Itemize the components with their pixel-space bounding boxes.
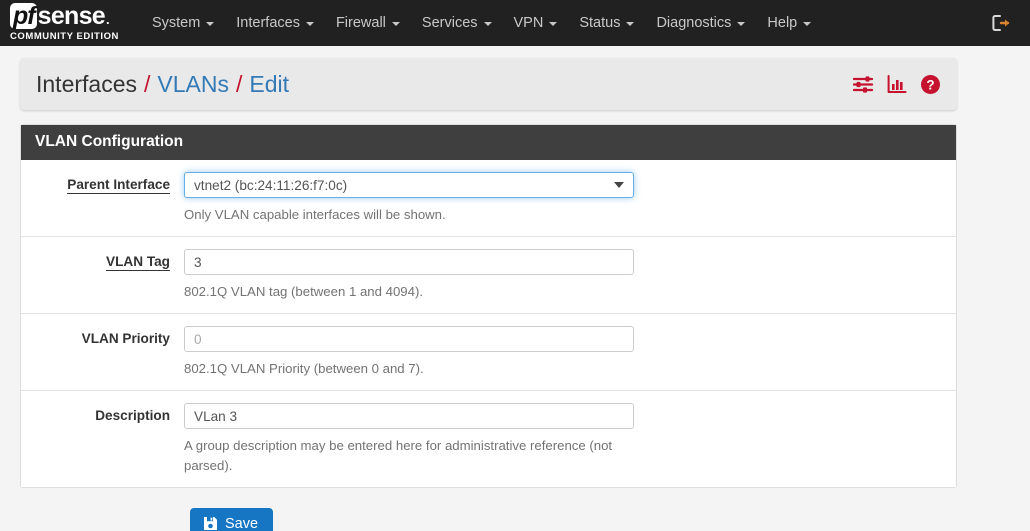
label-description: Description <box>21 403 184 474</box>
navbar-menu: System Interfaces Firewall Services VPN … <box>141 0 822 46</box>
form-row-vlan-tag: VLAN Tag 802.1Q VLAN tag (between 1 and … <box>21 237 956 315</box>
chevron-down-icon <box>803 22 812 26</box>
actions-bar: Save <box>0 488 1030 531</box>
chevron-down-icon <box>305 22 314 26</box>
help-circle-icon[interactable]: ? <box>920 74 941 95</box>
nav-item-firewall[interactable]: Firewall <box>325 0 411 46</box>
save-button-label: Save <box>225 515 259 531</box>
svg-text:?: ? <box>926 77 934 92</box>
nav-item-services[interactable]: Services <box>411 0 503 46</box>
nav-item-help[interactable]: Help <box>756 0 822 46</box>
nav-item-vpn[interactable]: VPN <box>503 0 569 46</box>
panel-wrapper: VLAN Configuration Parent Interface vtne… <box>0 110 1030 488</box>
breadcrumb-separator: / <box>235 70 243 97</box>
description-input[interactable] <box>184 403 634 430</box>
nav-item-diagnostics[interactable]: Diagnostics <box>645 0 756 46</box>
parent-interface-select[interactable]: vtnet2 (bc:24:11:26:f7:0c) <box>184 172 634 198</box>
nav-item-label: VPN <box>513 15 544 31</box>
vlan-configuration-panel: VLAN Configuration Parent Interface vtne… <box>20 124 957 488</box>
breadcrumb-item-vlans[interactable]: VLANs <box>157 71 229 98</box>
help-description: A group description may be entered here … <box>184 438 613 473</box>
save-button[interactable]: Save <box>190 507 274 531</box>
nav-item-label: Interfaces <box>236 15 300 31</box>
brand-sense-text: sense <box>37 1 106 30</box>
control-description: A group description may be entered here … <box>184 403 956 474</box>
save-floppy-icon <box>203 516 218 531</box>
control-vlan-tag: 802.1Q VLAN tag (between 1 and 4094). <box>184 249 956 301</box>
chevron-down-icon <box>483 22 492 26</box>
chevron-down-icon <box>549 22 558 26</box>
logout-icon[interactable] <box>990 12 1012 34</box>
vlan-tag-input[interactable] <box>184 249 634 276</box>
nav-item-system[interactable]: System <box>141 0 225 46</box>
pfsense-logo[interactable]: pf sense . COMMUNITY EDITION <box>10 1 119 44</box>
nav-item-label: System <box>151 15 201 31</box>
breadcrumb-wrapper: Interfaces / VLANs / Edit ? <box>0 46 1030 110</box>
chevron-down-icon <box>737 22 746 26</box>
brand-pf-text: pf <box>10 2 37 29</box>
breadcrumb-separator: / <box>144 70 151 97</box>
nav-item-label: Help <box>767 15 798 31</box>
top-navbar: pf sense . COMMUNITY EDITION System Inte… <box>0 0 1030 46</box>
brand-main: pf sense . <box>10 1 119 30</box>
control-parent-interface: vtnet2 (bc:24:11:26:f7:0c) Only VLAN cap… <box>184 172 956 224</box>
label-parent-interface: Parent Interface <box>21 172 184 224</box>
label-vlan-priority: VLAN Priority <box>21 326 184 378</box>
label-text: Description <box>95 408 170 424</box>
label-text: VLAN Priority <box>81 331 170 347</box>
nav-item-label: Services <box>421 15 478 31</box>
bar-chart-icon[interactable] <box>887 74 907 94</box>
parent-interface-select-wrapper: vtnet2 (bc:24:11:26:f7:0c) <box>184 172 634 198</box>
breadcrumb-item-edit[interactable]: Edit <box>249 71 289 98</box>
nav-item-label: Status <box>579 15 621 31</box>
chevron-down-icon <box>391 22 400 26</box>
help-vlan-tag: 802.1Q VLAN tag (between 1 and 4094). <box>184 284 424 300</box>
breadcrumb-items: Interfaces / VLANs / Edit <box>36 71 289 98</box>
navbar-right <box>990 0 1012 46</box>
form-row-parent-interface: Parent Interface vtnet2 (bc:24:11:26:f7:… <box>21 160 956 238</box>
help-parent-interface: Only VLAN capable interfaces will be sho… <box>184 207 446 222</box>
form-row-vlan-priority: VLAN Priority 802.1Q VLAN Priority (betw… <box>21 314 956 392</box>
label-text: VLAN Tag <box>106 254 170 272</box>
chevron-down-icon <box>206 22 215 26</box>
label-vlan-tag: VLAN Tag <box>21 249 184 301</box>
control-vlan-priority: 802.1Q VLAN Priority (between 0 and 7). <box>184 326 956 378</box>
breadcrumb-icons: ? <box>853 74 941 95</box>
breadcrumb-item-interfaces: Interfaces <box>36 70 137 97</box>
label-text: Parent Interface <box>67 177 170 194</box>
panel-title: VLAN Configuration <box>21 125 956 160</box>
nav-item-interfaces[interactable]: Interfaces <box>225 0 325 46</box>
nav-item-label: Diagnostics <box>656 15 732 31</box>
breadcrumb: Interfaces / VLANs / Edit ? <box>20 58 957 110</box>
brand-dot: . <box>106 11 110 27</box>
nav-item-status[interactable]: Status <box>568 0 645 46</box>
help-vlan-priority: 802.1Q VLAN Priority (between 0 and 7). <box>184 361 424 377</box>
chevron-down-icon <box>626 22 635 26</box>
nav-item-label: Firewall <box>335 15 386 31</box>
vlan-priority-input[interactable] <box>184 326 634 353</box>
sliders-icon[interactable] <box>853 75 874 94</box>
panel-body: Parent Interface vtnet2 (bc:24:11:26:f7:… <box>21 160 956 487</box>
brand-subtitle: COMMUNITY EDITION <box>10 30 119 42</box>
form-row-description: Description A group description may be e… <box>21 391 956 486</box>
